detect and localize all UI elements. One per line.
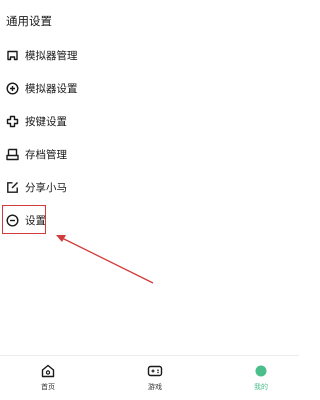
tab-profile[interactable]: 我的 bbox=[231, 356, 291, 400]
profile-dot-icon bbox=[255, 365, 267, 377]
tab-label: 游戏 bbox=[148, 383, 162, 391]
home-icon bbox=[41, 364, 55, 378]
bottom-tab-bar: 首页 游戏 我的 bbox=[0, 355, 299, 400]
annotation-arrow-icon bbox=[56, 235, 154, 284]
tab-label: 我的 bbox=[254, 383, 268, 391]
tab-label: 首页 bbox=[41, 383, 55, 391]
tab-home[interactable]: 首页 bbox=[18, 356, 78, 400]
tab-games[interactable]: 游戏 bbox=[125, 356, 185, 400]
gamepad-icon bbox=[147, 365, 163, 377]
